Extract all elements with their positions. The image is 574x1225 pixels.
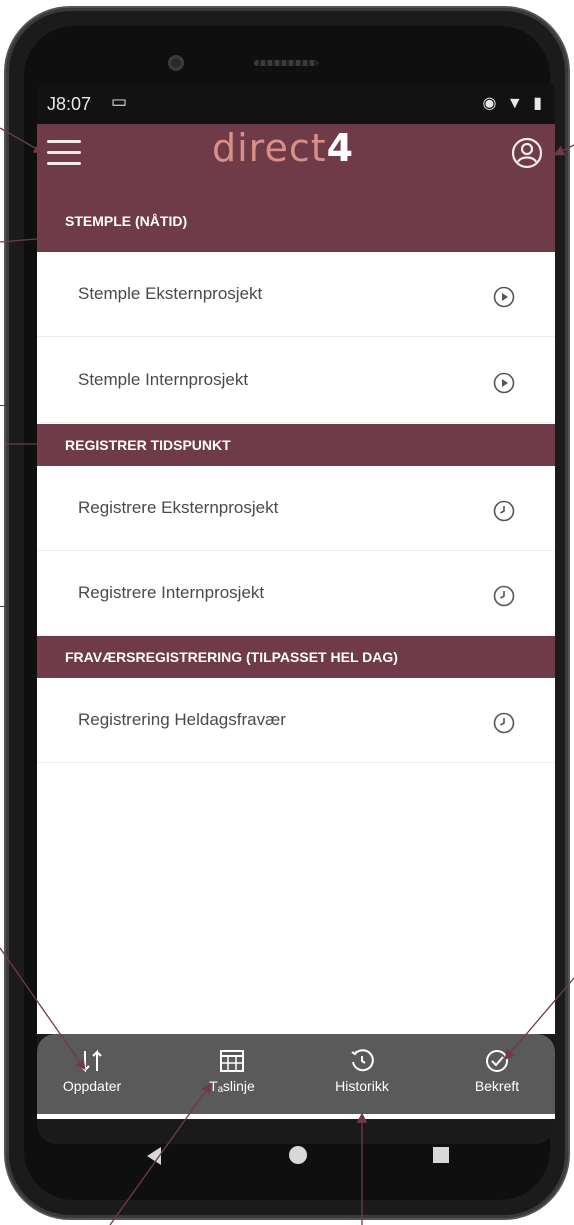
- nav-label: Historikk: [335, 1078, 389, 1094]
- status-time: J8:07: [47, 94, 92, 114]
- list-item-label: Stemple Eksternprosjekt: [78, 284, 263, 303]
- nav-tidslinje[interactable]: Tₐslinje: [177, 1042, 287, 1108]
- account-icon[interactable]: [511, 137, 543, 169]
- annotation-bracket: [0, 405, 7, 607]
- list-item-registrere-intern[interactable]: Registrere Internprosjekt: [37, 551, 555, 636]
- hamburger-menu-icon[interactable]: [47, 138, 81, 168]
- list-stemple: Stemple Eksternprosjekt Stemple Internpr…: [37, 252, 555, 424]
- logo-suffix: 4: [326, 126, 355, 170]
- nav-historikk[interactable]: Historikk: [307, 1042, 417, 1108]
- list-item-label: Registrere Eksternprosjekt: [78, 498, 279, 517]
- list-item-stemple-intern[interactable]: Stemple Internprosjekt: [37, 338, 555, 423]
- list-item-stemple-ekstern[interactable]: Stemple Eksternprosjekt: [37, 252, 555, 337]
- sync-icon: [80, 1049, 102, 1073]
- app-logo: direct4: [212, 126, 354, 170]
- nav-oppdater[interactable]: Oppdater: [37, 1042, 147, 1108]
- front-camera: [168, 55, 184, 71]
- home-button-icon[interactable]: [289, 1146, 307, 1164]
- earpiece-speaker: [254, 60, 318, 66]
- list-item-registrere-ekstern[interactable]: Registrere Eksternprosjekt: [37, 466, 555, 551]
- play-circle-icon: [493, 372, 515, 394]
- calendar-grid-icon: [220, 1050, 244, 1072]
- eye-icon: ◉: [482, 95, 500, 112]
- list-registrer: Registrere Eksternprosjekt Registrere In…: [37, 466, 555, 636]
- section-header-stemple: STEMPLE (NÅTID): [37, 182, 555, 252]
- back-button-icon[interactable]: [147, 1147, 161, 1165]
- section-header-registrer: REGISTRER TIDSPUNKT: [37, 424, 555, 466]
- screen-cast-icon: ▭: [111, 92, 128, 111]
- list-item-label: Stemple Internprosjekt: [78, 370, 249, 389]
- status-icons: ◉ ▼ ▮: [482, 93, 545, 113]
- app-screen: J8:07 ▭ ◉ ▼ ▮ direct4 STEMPLE (NÅTID) St…: [37, 84, 555, 1144]
- status-bar: J8:07 ▭ ◉ ▼ ▮: [37, 84, 555, 124]
- clock-icon: [493, 712, 515, 734]
- section-header-fravaer: FRAVÆRSREGISTRERING (TILPASSET HEL DAG): [37, 636, 555, 678]
- check-circle-icon: [486, 1050, 508, 1072]
- list-fravaer: Registrering Heldagsfravær: [37, 678, 555, 1034]
- list-item-heldagsfravaer[interactable]: Registrering Heldagsfravær: [37, 678, 555, 763]
- play-circle-icon: [493, 286, 515, 308]
- recent-apps-button-icon[interactable]: [433, 1147, 449, 1163]
- list-item-label: Registrere Internprosjekt: [78, 583, 265, 602]
- app-bar: direct4: [37, 124, 555, 182]
- nav-label: Oppdater: [62, 1078, 122, 1094]
- history-icon: [351, 1049, 374, 1072]
- clock-icon: [493, 500, 515, 522]
- battery-icon: ▮: [533, 95, 545, 112]
- nav-label: Tₐslinje: [209, 1078, 255, 1094]
- wifi-icon: ▼: [506, 95, 526, 112]
- list-item-label: Registrering Heldagsfravær: [78, 710, 286, 729]
- clock-icon: [493, 585, 515, 607]
- bottom-navigation: Oppdater Tₐslinje Historikk Bekreft: [37, 1034, 555, 1114]
- nav-label: Bekreft: [474, 1078, 520, 1094]
- logo-text: direct: [212, 126, 327, 170]
- nav-bekreft[interactable]: Bekreft: [442, 1042, 552, 1108]
- navigation-divider: [37, 1114, 555, 1119]
